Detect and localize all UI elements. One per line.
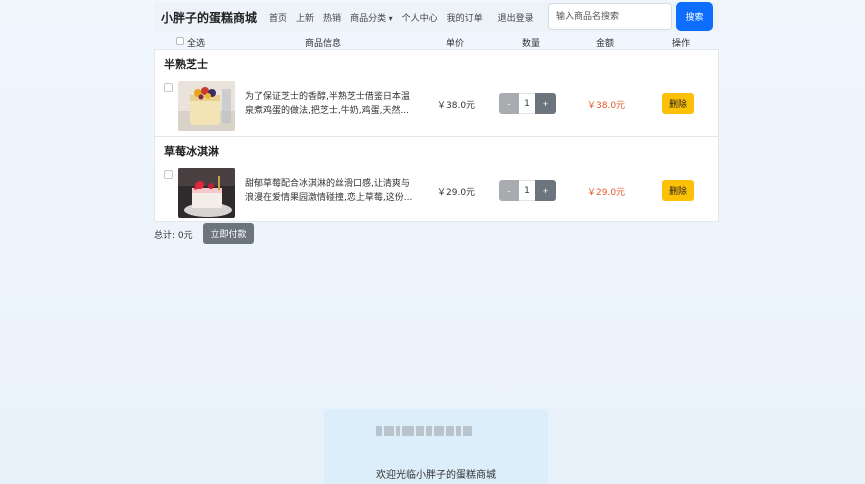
item-title: 半熟芝士 <box>164 58 208 71</box>
qty-value[interactable]: 1 <box>519 180 535 201</box>
header-quantity: 数量 <box>522 39 541 49</box>
item-unit-price: ￥38.0元 <box>437 101 476 111</box>
cart-list: 半熟芝士 为了保证芝士的香醇,半熟芝士借鉴日本温 泉煮鸡蛋的做法,把芝士,牛奶,… <box>154 49 719 222</box>
qty-increase-button[interactable]: + <box>535 180 556 201</box>
item-unit-price: ￥29.0元 <box>437 188 476 198</box>
pay-now-button[interactable]: 立即付款 <box>203 223 254 244</box>
nav-new[interactable]: 上新 <box>296 11 314 24</box>
nav-logout[interactable]: 退出登录 <box>498 11 534 24</box>
footer: 欢迎光临小胖子的蛋糕商城 <box>324 409 548 484</box>
qty-value[interactable]: 1 <box>519 93 535 114</box>
select-all-label: 全选 <box>187 39 206 49</box>
item-title: 草莓冰淇淋 <box>164 145 219 158</box>
delete-button[interactable]: 删除 <box>662 180 694 201</box>
quantity-stepper: - 1 + <box>499 180 556 201</box>
nav-orders[interactable]: 我的订单 <box>447 11 483 24</box>
header-product-info: 商品信息 <box>305 39 342 49</box>
quantity-stepper: - 1 + <box>499 93 556 114</box>
delete-button[interactable]: 删除 <box>662 93 694 114</box>
nav-hot[interactable]: 热销 <box>323 11 341 24</box>
top-navbar: 小胖子的蛋糕商城 首页 上新 热销 商品分类 个人中心 我的订单 退出登录 搜索 <box>154 2 719 32</box>
qty-decrease-button[interactable]: - <box>499 93 519 114</box>
product-image[interactable] <box>178 168 235 218</box>
cart-item: 半熟芝士 为了保证芝士的香醇,半熟芝士借鉴日本温 泉煮鸡蛋的做法,把芝士,牛奶,… <box>155 50 718 136</box>
product-image[interactable] <box>178 81 235 131</box>
nav-profile[interactable]: 个人中心 <box>402 11 438 24</box>
cart-total: 总计: 0元 <box>154 231 193 241</box>
search-input[interactable] <box>548 3 672 30</box>
item-checkbox[interactable] <box>164 83 173 92</box>
footer-welcome-text: 欢迎光临小胖子的蛋糕商城 <box>376 470 496 481</box>
qty-decrease-button[interactable]: - <box>499 180 519 201</box>
item-description: 甜郁草莓配合冰淇淋的丝滑口感,让清爽与 浪漫在爱情果园激情碰撞,恋上草莓,这份.… <box>245 179 413 203</box>
item-amount: ￥38.0元 <box>587 101 626 111</box>
header-unit-price: 单价 <box>446 39 465 49</box>
nav-home[interactable]: 首页 <box>269 11 287 24</box>
footer-pixelated-logo <box>376 424 492 438</box>
header-amount: 金额 <box>596 39 615 49</box>
cart-table-header: 全选 商品信息 单价 数量 金额 操作 <box>154 35 719 49</box>
item-checkbox[interactable] <box>164 170 173 179</box>
cart-total-row: 总计: 0元 立即付款 <box>154 223 354 244</box>
qty-increase-button[interactable]: + <box>535 93 556 114</box>
header-actions: 操作 <box>672 39 691 49</box>
item-description: 为了保证芝士的香醇,半熟芝士借鉴日本温 泉煮鸡蛋的做法,把芝士,牛奶,鸡蛋,天然… <box>245 92 410 116</box>
select-all-checkbox[interactable] <box>176 37 184 45</box>
search-button[interactable]: 搜索 <box>676 2 713 31</box>
cart-item: 草莓冰淇淋 甜郁草莓配合冰淇淋的丝滑口感,让清爽与 浪漫在爱情果园激情碰撞,恋上… <box>155 136 718 222</box>
brand-title[interactable]: 小胖子的蛋糕商城 <box>161 9 257 26</box>
item-amount: ￥29.0元 <box>587 188 626 198</box>
nav-category-dropdown[interactable]: 商品分类 <box>350 11 393 24</box>
